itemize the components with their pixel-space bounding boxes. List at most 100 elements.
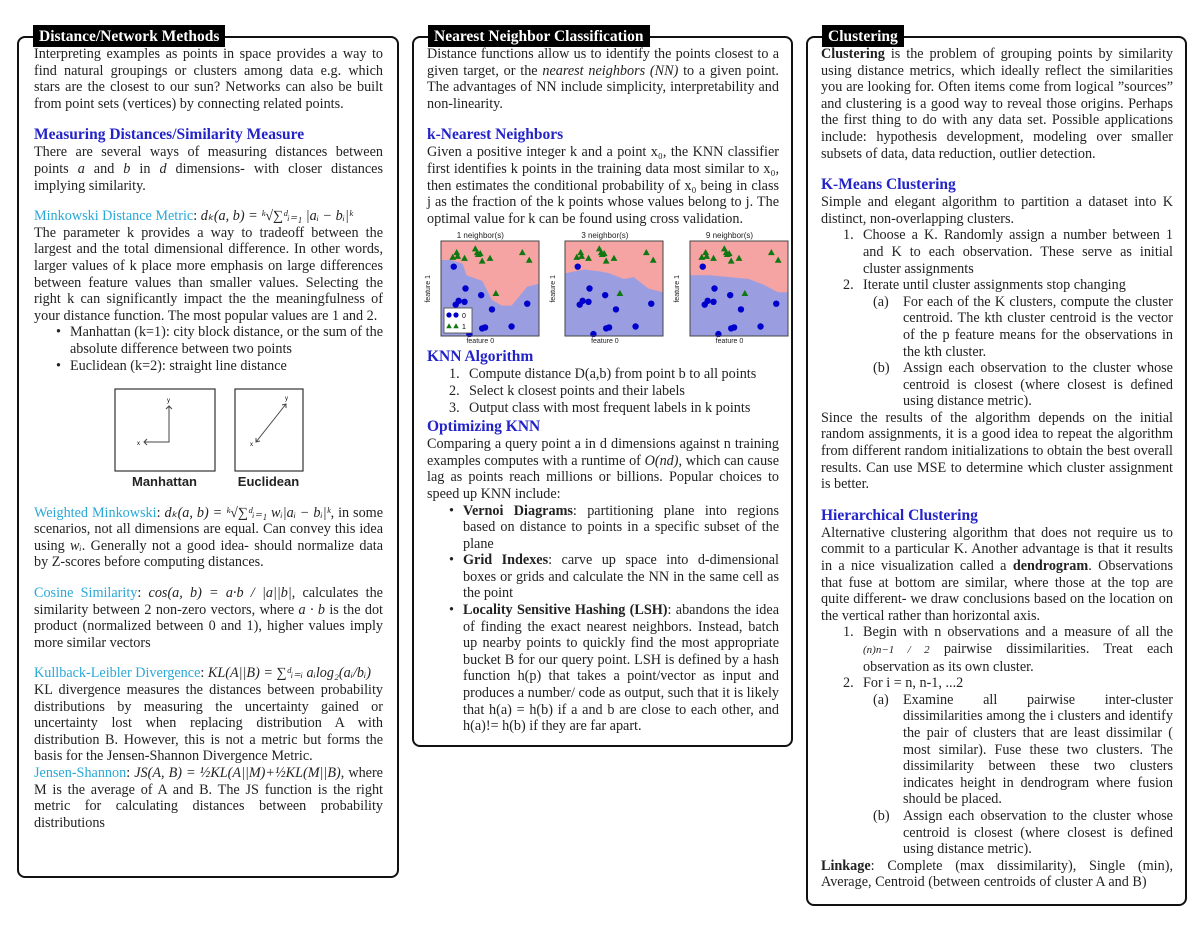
figure-caption: Euclidean bbox=[237, 474, 300, 490]
frame bbox=[113, 388, 216, 472]
term: Vernoi Diagrams bbox=[463, 502, 573, 519]
knn-plot-canvas bbox=[689, 240, 789, 338]
legend-marker-0 bbox=[445, 312, 452, 318]
data-point-class-0 bbox=[737, 306, 744, 313]
linkage-text: Linkage: Complete (max dissimilarity), S… bbox=[821, 858, 1173, 891]
figure-caption: Manhattan bbox=[132, 474, 197, 490]
hier-steps: 1. Begin with n observations and a measur… bbox=[821, 624, 1173, 857]
data-point-class-0 bbox=[710, 298, 717, 306]
weighted-minkowski: Weighted Minkowski: dₖ(a, b) = ᵏ√∑ᵈᵢ₌₁ w… bbox=[34, 504, 383, 571]
minkowski-text: The parameter k provides a way to tradeo… bbox=[34, 224, 383, 324]
cosine-label: Cosine Similarity bbox=[34, 585, 138, 602]
step-text: Select k closest points and their labels bbox=[469, 382, 685, 399]
intro-text: Clustering is the problem of grouping po… bbox=[821, 46, 1173, 162]
term: Locality Sensitive Hashing (LSH) bbox=[463, 602, 668, 619]
plot-title: 9 neighbor(s) bbox=[705, 231, 754, 241]
panel-title: Clustering bbox=[822, 25, 904, 47]
data-point-class-0 bbox=[726, 292, 734, 299]
data-point-class-0 bbox=[701, 301, 708, 309]
list-item: 1. Compute distance D(a,b) from point b t… bbox=[449, 366, 757, 383]
data-point-class-0 bbox=[648, 300, 655, 308]
list-item: 2. Select k closest points and their labe… bbox=[449, 382, 685, 399]
text: : Complete (max dissimilarity), Single (… bbox=[821, 857, 1173, 891]
knn-algorithm-steps: 1. Compute distance D(a,b) from point b t… bbox=[427, 366, 779, 416]
step-text: Assign each observation to the cluster w… bbox=[903, 807, 1173, 858]
minkowski-bullets: Manhattan (k=1): city block distance, or… bbox=[34, 324, 383, 374]
section-heading-kmeans: K-Means Clustering bbox=[821, 176, 956, 194]
step-text: Output class with most frequent labels i… bbox=[469, 399, 751, 416]
panel-title: Nearest Neighbor Classification bbox=[428, 25, 650, 47]
list-item: 1. Choose a K. Randomly assign a number b… bbox=[843, 227, 1173, 277]
panel-content: Distance functions allow us to identify … bbox=[425, 46, 789, 735]
knn-plots: 1 neighbor(s) feature 1 01 feature 0 3 n… bbox=[421, 231, 789, 346]
data-point-class-0 bbox=[450, 263, 457, 271]
kmeans-steps: 1. Choose a K. Randomly assign a number b… bbox=[821, 227, 1173, 410]
text: is the problem of grouping points by sim… bbox=[821, 46, 1173, 162]
legend: 01 bbox=[443, 307, 472, 334]
list-item: 1. Begin with n observations and a measur… bbox=[843, 624, 1173, 675]
data-point-class-0 bbox=[488, 306, 495, 313]
js-label: Jensen-Shannon bbox=[34, 765, 127, 781]
cosine-similarity: Cosine Similarity: cos(a, b) = a·b / |a|… bbox=[34, 585, 383, 651]
optimizing-bullets: Vernoi Diagrams: partitioning plane into… bbox=[427, 503, 779, 735]
math-wi: wᵢ bbox=[70, 537, 82, 554]
data-point-class-0 bbox=[460, 298, 468, 306]
kl-label: Kullback-Leibler Divergence bbox=[34, 665, 201, 682]
panel-distance-network-methods: Distance/Network Methods Interpreting ex… bbox=[17, 25, 399, 878]
distance-figures: x y Manhattan x y Euclidean bbox=[34, 388, 383, 491]
x-axis-label: feature 0 bbox=[591, 338, 619, 346]
knn-plot: 9 neighbor(s) feature 1 feature 0 bbox=[670, 231, 789, 346]
manhattan-diagram: x y bbox=[113, 388, 216, 472]
knn-plot-canvas: 01 bbox=[440, 240, 540, 338]
legend-marker-0 bbox=[452, 312, 459, 318]
data-point-class-0 bbox=[576, 301, 584, 309]
js-formula: JS(A, B) = ½KL(A||M)+½KL(M||B) bbox=[134, 765, 341, 781]
section-heading-knn-algorithm: KNN Algorithm bbox=[427, 348, 534, 366]
panel-content: Interpreting examples as points in space… bbox=[34, 46, 383, 831]
euclidean-diagram: x y bbox=[233, 388, 304, 472]
data-point-class-0 bbox=[481, 324, 488, 331]
y-axis-label: feature 1 bbox=[674, 275, 682, 303]
step-text: For i = n, n-1, ...2 bbox=[863, 675, 964, 692]
x-label: x bbox=[137, 441, 140, 447]
x-axis-label: feature 0 bbox=[466, 338, 495, 346]
text: . Generally not a good idea- should norm… bbox=[34, 537, 383, 571]
section-heading-hierarchical: Hierarchical Clustering bbox=[821, 506, 978, 524]
minkowski-formula: dₖ(a, b) = ᵏ√∑ᵈᵢ₌₁ |aᵢ − bᵢ|ᵏ bbox=[200, 208, 353, 225]
section-heading-measuring: Measuring Distances/Similarity Measure bbox=[34, 126, 305, 144]
list-item: (a) For each of the K clusters, compute t… bbox=[873, 293, 1173, 360]
text: in bbox=[130, 160, 160, 177]
step-text: Choose a K. Randomly assign a number bet… bbox=[863, 227, 1173, 277]
legend-box bbox=[443, 307, 472, 334]
knn-plot: 3 neighbor(s) feature 1 feature 0 bbox=[546, 231, 665, 346]
list-item: Locality Sensitive Hashing (LSH): abando… bbox=[449, 602, 779, 735]
data-point-class-0 bbox=[699, 263, 706, 271]
jensen-shannon: Jensen-Shannon: JS(A, B) = ½KL(A||M)+½KL… bbox=[34, 765, 383, 831]
math-ab: a · b bbox=[298, 601, 325, 618]
frame bbox=[233, 388, 304, 472]
y-label: y bbox=[285, 396, 288, 402]
list-item: Vernoi Diagrams: partitioning plane into… bbox=[449, 503, 779, 553]
panel-clustering: Clustering Clustering is the problem of … bbox=[806, 25, 1187, 906]
minkowski-label: Minkowski Distance Metric bbox=[34, 208, 194, 225]
sub-steps: (a) For each of the K clusters, compute t… bbox=[863, 294, 1173, 410]
minkowski-definition: Minkowski Distance Metric: dₖ(a, b) = ᵏ√… bbox=[34, 208, 353, 225]
panel-title: Distance/Network Methods bbox=[33, 25, 226, 47]
data-point-class-0 bbox=[772, 300, 780, 308]
data-point-class-0 bbox=[585, 298, 592, 306]
optimizing-text: Comparing a query point a in d dimension… bbox=[427, 436, 779, 502]
panel-nearest-neighbor: Nearest Neighbor Classification Distance… bbox=[412, 25, 793, 747]
cosine-formula: cos(a, b) = a·b / |a||b| bbox=[148, 585, 292, 602]
data-point-class-0 bbox=[452, 301, 459, 309]
section-heading-optimizing: Optimizing KNN bbox=[427, 418, 541, 436]
intro-text: Interpreting examples as points in space… bbox=[34, 46, 383, 112]
x-axis-label: feature 0 bbox=[715, 338, 744, 346]
math-complexity: O(nd) bbox=[644, 452, 679, 469]
data-point-class-0 bbox=[574, 263, 582, 271]
data-point-class-0 bbox=[586, 285, 593, 293]
step-text: Examine all pairwise inter-cluster dissi… bbox=[903, 691, 1173, 808]
kl-text: KL divergence measures the distances bet… bbox=[34, 682, 383, 765]
step-text: Iterate until cluster assignments stop c… bbox=[863, 277, 1126, 294]
list-item: 2. For i = n, n-1, ...2 (a) Examine all pa… bbox=[843, 675, 1173, 858]
panel-content: Clustering is the problem of grouping po… bbox=[821, 46, 1173, 891]
